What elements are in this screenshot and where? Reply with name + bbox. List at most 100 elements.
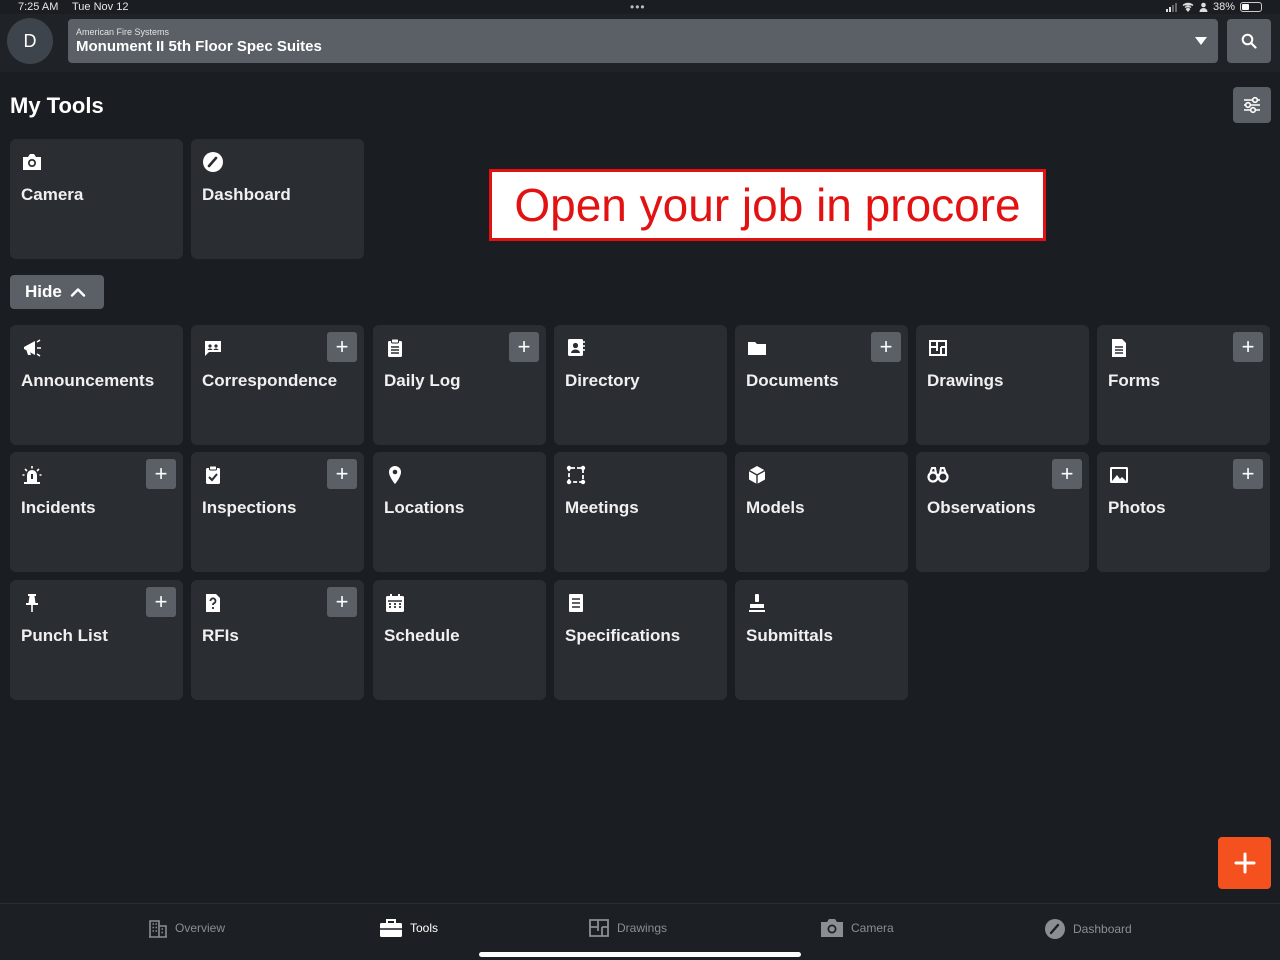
tile-models[interactable]: Models [735,452,908,572]
calendar-icon [384,592,406,614]
tile-meetings[interactable]: Meetings [554,452,727,572]
battery-icon [1240,2,1262,12]
person-icon [1199,2,1208,12]
tile-specifications[interactable]: Specifications [554,580,727,700]
form-icon [1108,337,1130,359]
sliders-icon [1244,96,1260,114]
stamp-icon [746,592,768,614]
nav-label: Overview [175,921,226,935]
chat-icon [202,337,224,359]
tile-incidents[interactable]: Incidents + [10,452,183,572]
building-icon [149,920,167,938]
pushpin-icon [21,592,43,614]
app-header: D American Fire Systems Monument II 5th … [0,14,1280,72]
chevron-up-icon [70,288,86,297]
nav-drawings[interactable]: Drawings [588,918,667,938]
tile-label: Observations [927,498,1036,517]
megaphone-icon [21,337,43,359]
nav-dashboard[interactable]: Dashboard [1044,918,1132,940]
hide-button[interactable]: Hide [10,275,104,309]
multitask-dots[interactable]: ••• [630,0,646,14]
nav-overview[interactable]: Overview [148,918,225,938]
tile-daily-log[interactable]: Daily Log + [373,325,546,445]
avatar[interactable]: D [7,18,53,64]
add-observations-button[interactable]: + [1052,459,1082,489]
clipboard-icon [384,337,406,359]
tile-observations[interactable]: Observations + [916,452,1089,572]
signal-icon [1165,2,1177,12]
plus-icon [1234,852,1255,874]
contact-book-icon [565,337,587,359]
tile-directory[interactable]: Directory [554,325,727,445]
tile-label: Schedule [384,626,460,645]
add-correspondence-button[interactable]: + [327,332,357,362]
project-name: Monument II 5th Floor Spec Suites [76,38,322,55]
caret-down-icon [1195,37,1207,45]
camera-icon [21,151,43,173]
project-selector[interactable]: American Fire Systems Monument II 5th Fl… [68,19,1218,63]
add-rfis-button[interactable]: + [327,587,357,617]
add-documents-button[interactable]: + [871,332,901,362]
add-forms-button[interactable]: + [1233,332,1263,362]
toolbox-icon [380,919,402,937]
tile-inspections[interactable]: Inspections + [191,452,364,572]
tile-label: Announcements [21,371,155,390]
status-date: Tue Nov 12 [72,1,129,13]
tile-label: Dashboard [202,185,291,204]
tile-drawings[interactable]: Drawings [916,325,1089,445]
tile-label: Daily Log [384,371,461,390]
tile-label: Meetings [565,498,639,517]
cube-icon [746,464,768,486]
add-punch-list-button[interactable]: + [146,587,176,617]
tile-label: Punch List [21,626,108,645]
tile-label: Documents [746,371,839,390]
folder-icon [746,337,768,359]
tile-correspondence[interactable]: Correspondence + [191,325,364,445]
map-pin-icon [384,464,406,486]
tile-rfis[interactable]: RFIs + [191,580,364,700]
tile-label: Photos [1108,498,1166,517]
gauge-icon [202,151,224,173]
customize-tools-button[interactable] [1233,87,1271,123]
add-incidents-button[interactable]: + [146,459,176,489]
add-photos-button[interactable]: + [1233,459,1263,489]
nav-camera[interactable]: Camera [820,918,894,938]
search-icon [1241,33,1257,49]
floorplan-icon [589,919,609,937]
tile-photos[interactable]: Photos + [1097,452,1270,572]
tile-schedule[interactable]: Schedule [373,580,546,700]
add-inspections-button[interactable]: + [327,459,357,489]
nav-label: Dashboard [1073,922,1132,936]
tile-label: Locations [384,498,465,517]
siren-icon [21,464,43,486]
nav-tools[interactable]: Tools [379,918,438,938]
company-name: American Fire Systems [76,27,170,37]
search-button[interactable] [1227,19,1271,63]
tile-forms[interactable]: Forms + [1097,325,1270,445]
tile-punch-list[interactable]: Punch List + [10,580,183,700]
tile-label: Models [746,498,805,517]
question-doc-icon [202,592,224,614]
nav-label: Tools [410,921,439,935]
create-fab-button[interactable] [1218,837,1271,889]
nav-label: Camera [851,921,894,935]
status-indicators: 38% [1165,1,1262,13]
page-title: My Tools [10,93,104,118]
tile-label: Camera [21,185,84,204]
add-daily-log-button[interactable]: + [509,332,539,362]
binoculars-icon [927,464,949,486]
tile-dashboard[interactable]: Dashboard [191,139,364,259]
tile-submittals[interactable]: Submittals [735,580,908,700]
home-indicator[interactable] [479,952,801,957]
tile-label: RFIs [202,626,239,645]
status-time: 7:25 AM [18,1,59,13]
tile-label: Drawings [927,371,1004,390]
floorplan-icon [927,337,949,359]
tile-locations[interactable]: Locations [373,452,546,572]
tile-label: Submittals [746,626,833,645]
gauge-icon [1045,919,1065,939]
hide-label: Hide [25,282,62,301]
tile-camera[interactable]: Camera [10,139,183,259]
tile-announcements[interactable]: Announcements [10,325,183,445]
tile-documents[interactable]: Documents + [735,325,908,445]
